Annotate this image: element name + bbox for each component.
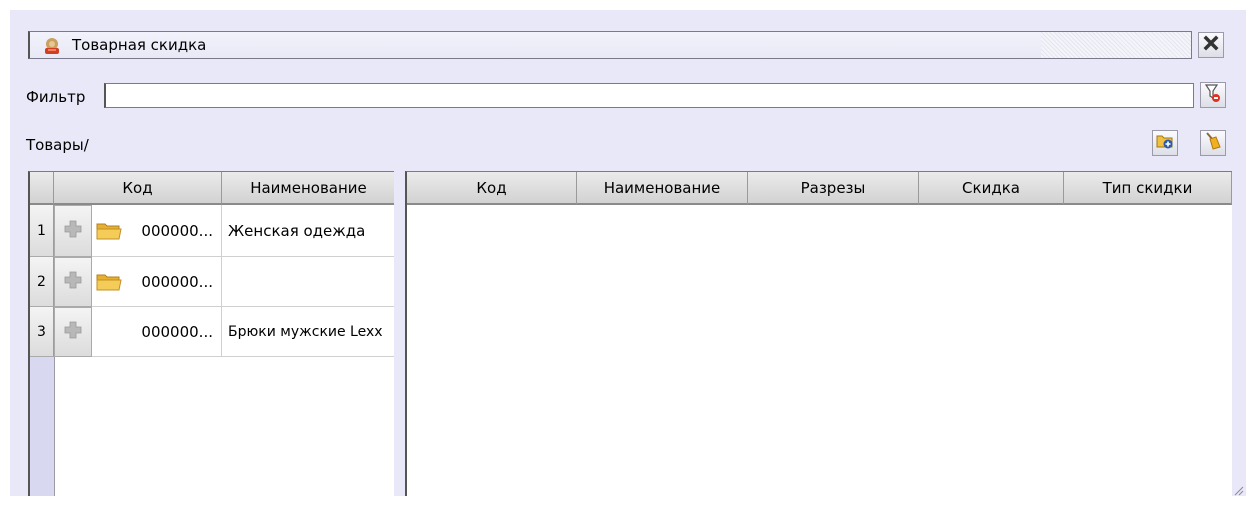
code-value: 000000... [141,221,213,240]
add-folder-button[interactable] [1152,130,1178,156]
column-header-discount-type[interactable]: Тип скидки [1064,172,1232,205]
expand-button[interactable] [54,257,92,307]
row-number: 1 [30,205,54,257]
clear-button[interactable] [1200,130,1226,156]
discount-window: Товарная скидка Фильтр Товары/ Код Наиме… [10,10,1246,496]
table-row-name[interactable] [222,257,394,307]
column-header-code[interactable]: Код [54,172,222,205]
plus-icon [64,321,82,343]
close-icon [1203,35,1219,55]
row-number: 3 [30,307,54,357]
filter-clear-icon [1204,83,1222,107]
column-header-cuts[interactable]: Разрезы [748,172,919,205]
expand-button[interactable] [54,307,92,357]
broom-icon [1204,131,1222,155]
discount-icon [42,36,62,56]
table-row-name[interactable]: Брюки мужские Lexx [222,307,394,357]
table-row-code[interactable]: 000000... [92,307,222,357]
goods-tree-grid[interactable]: Код Наименование 1 000000... Женская оде… [28,171,394,496]
column-header-name[interactable]: Наименование [577,172,748,205]
plus-icon [64,220,82,242]
window-title: Товарная скидка [72,36,207,54]
table-row-code[interactable]: 000000... [92,205,222,257]
close-button[interactable] [1198,32,1224,58]
clear-filter-button[interactable] [1200,82,1226,108]
title-bar-hatch [1041,32,1191,58]
column-header-code[interactable]: Код [407,172,577,205]
folder-icon [96,272,122,292]
add-folder-icon [1155,132,1175,154]
plus-icon [64,271,82,293]
filter-input[interactable] [104,83,1194,108]
column-header-name[interactable]: Наименование [222,172,394,205]
title-bar: Товарная скидка [28,31,1192,59]
code-value: 000000... [141,322,213,341]
breadcrumb-path: Товары/ [26,136,89,154]
expand-button[interactable] [54,205,92,257]
column-header-discount[interactable]: Скидка [919,172,1064,205]
folder-icon [96,221,122,241]
code-value: 000000... [141,272,213,291]
rownum-header [30,172,54,205]
table-row-name[interactable]: Женская одежда [222,205,394,257]
filter-label: Фильтр [26,88,86,106]
resize-grip[interactable] [1232,482,1244,496]
discount-items-grid[interactable]: Код Наименование Разрезы Скидка Тип скид… [405,171,1232,496]
row-number: 2 [30,257,54,307]
table-row-code[interactable]: 000000... [92,257,222,307]
